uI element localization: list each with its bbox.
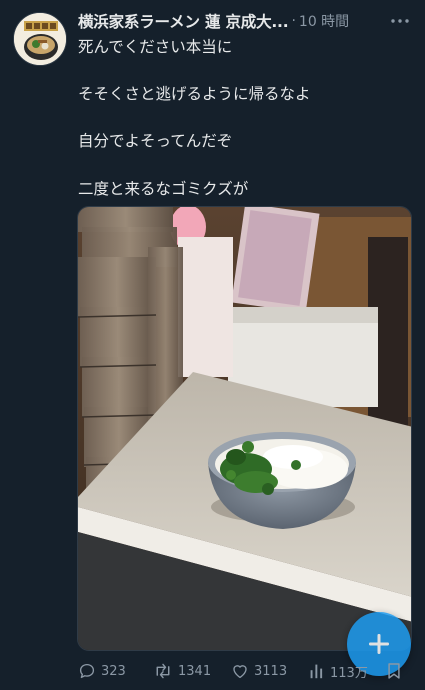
bookmark-button[interactable]: [386, 662, 402, 680]
header-separator: ·: [291, 13, 296, 29]
views-button[interactable]: 113万: [309, 662, 368, 681]
tweet-line: 死んでください本当に: [78, 38, 233, 56]
reply-icon: [79, 663, 95, 679]
reply-button[interactable]: 323: [78, 662, 126, 680]
avatar[interactable]: [13, 12, 67, 66]
reply-count: 323: [101, 663, 126, 679]
views-count: 113万: [330, 665, 368, 681]
tweet-timestamp[interactable]: 10 時間: [299, 11, 349, 31]
tweet-line: そそくさと逃げるように帰るなよ: [78, 85, 311, 104]
like-count: 3113: [254, 663, 288, 679]
retweet-button[interactable]: 1341: [153, 662, 211, 680]
more-dots-icon[interactable]: [389, 12, 411, 30]
tweet-text: 死んでください本当に そそくさと逃げるように帰るなよ 自分でよそってんだぞ 二度…: [78, 36, 413, 201]
heart-icon: [233, 665, 247, 679]
avatar-logo-image: [14, 13, 66, 65]
photo-rice-bowl-image: [78, 207, 411, 650]
tweet-line: [78, 154, 413, 178]
tweet-header: 横浜家系ラーメン 蓮 京成大... · 10 時間: [78, 10, 417, 32]
retweet-count: 1341: [178, 663, 212, 679]
like-button[interactable]: 3113: [231, 662, 287, 680]
tweet-actions: 323 1341 3113 113万: [78, 660, 408, 682]
tweet-photo[interactable]: [77, 206, 412, 651]
tweet-line: [78, 60, 413, 84]
retweet-icon: [156, 663, 170, 679]
tweet-line: 自分でよそってんだぞ: [78, 132, 233, 151]
tweet-line: 二度と来るなゴミクズが: [78, 179, 249, 198]
tweet: 横浜家系ラーメン 蓮 京成大... · 10 時間 死んでください本当に そそく…: [0, 0, 425, 690]
views-chart-icon: [310, 664, 323, 679]
tweet-line: [78, 107, 413, 131]
bookmark-icon: [388, 663, 400, 679]
author-name[interactable]: 横浜家系ラーメン 蓮 京成大...: [78, 10, 289, 32]
plus-icon: [369, 634, 389, 654]
